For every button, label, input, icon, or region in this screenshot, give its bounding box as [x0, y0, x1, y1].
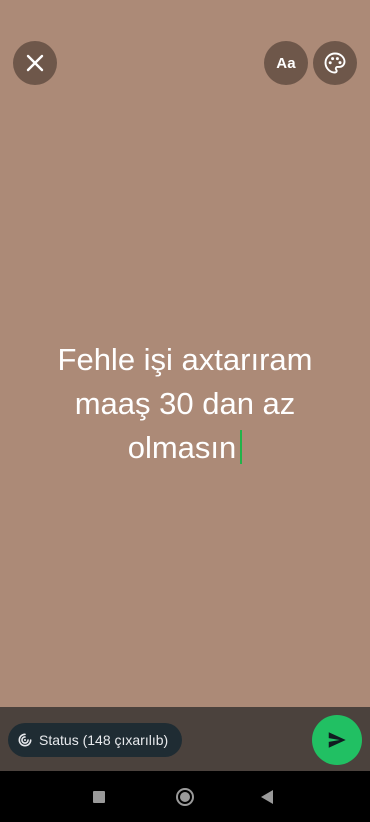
- send-icon: [328, 732, 346, 748]
- status-privacy-label: Status (148 çıxarılıb): [39, 732, 169, 748]
- status-text-line-last: olmasın: [20, 426, 350, 470]
- close-icon: [26, 54, 44, 72]
- status-text-line: olmasın: [127, 430, 237, 465]
- recents-icon[interactable]: [93, 791, 105, 803]
- font-button-label: Aa: [276, 54, 296, 72]
- home-icon[interactable]: [176, 788, 194, 806]
- text-cursor: [240, 429, 243, 464]
- send-button[interactable]: [312, 715, 362, 765]
- status-text-editor[interactable]: Fehle işi axtarıram maaş 30 dan az olmas…: [20, 338, 350, 470]
- color-palette-button[interactable]: [313, 41, 357, 85]
- font-button[interactable]: Aa: [264, 41, 308, 85]
- status-privacy-button[interactable]: Status (148 çıxarılıb): [8, 723, 183, 757]
- back-icon[interactable]: [261, 790, 273, 804]
- status-privacy-icon: [18, 733, 32, 747]
- palette-icon: [324, 52, 346, 74]
- close-button[interactable]: [13, 41, 57, 85]
- status-text-line: maaş 30 dan az: [74, 386, 296, 421]
- status-text-line: Fehle işi axtarıram: [57, 342, 313, 377]
